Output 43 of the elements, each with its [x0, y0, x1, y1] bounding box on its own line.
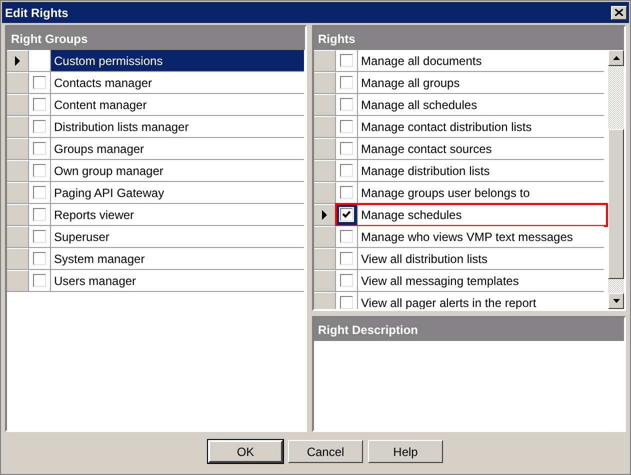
dialog-button[interactable]: Cancel [288, 440, 363, 463]
row-label[interactable]: Custom permissions [51, 50, 304, 71]
row-header[interactable] [314, 204, 336, 225]
checkbox[interactable] [340, 120, 353, 133]
checkbox[interactable] [33, 274, 46, 287]
dialog-button[interactable]: OK [208, 440, 283, 463]
scroll-up-button[interactable] [608, 50, 624, 66]
checkbox[interactable] [340, 98, 353, 111]
checkbox[interactable] [340, 142, 353, 155]
scroll-thumb[interactable] [608, 129, 624, 279]
scrollbar[interactable] [608, 50, 624, 309]
up-arrow-icon [612, 56, 620, 60]
close-button[interactable] [611, 6, 627, 20]
checkbox[interactable] [340, 230, 353, 243]
checkmark-icon [342, 210, 351, 219]
close-icon [615, 9, 623, 16]
checkbox[interactable] [33, 120, 46, 133]
checkbox[interactable] [33, 208, 46, 221]
checkbox[interactable] [33, 186, 46, 199]
down-arrow-icon [612, 299, 620, 303]
panel-header: Right Groups [7, 27, 305, 50]
dialog-button[interactable]: Help [368, 440, 443, 463]
checkbox[interactable] [33, 230, 46, 243]
checkbox[interactable] [33, 252, 46, 265]
row-pointer-icon [322, 210, 327, 220]
checkbox[interactable] [340, 296, 353, 309]
checkbox[interactable] [33, 142, 46, 155]
checkbox[interactable] [33, 98, 46, 111]
row-header[interactable] [7, 50, 29, 71]
checkbox[interactable] [340, 54, 353, 67]
checkbox[interactable] [340, 76, 353, 89]
checkbox[interactable] [340, 252, 353, 265]
checkbox[interactable] [340, 274, 353, 287]
scroll-down-button[interactable] [608, 293, 624, 309]
checkbox[interactable] [33, 76, 46, 89]
window-title: Edit Rights [5, 4, 68, 22]
checkbox[interactable] [340, 186, 353, 199]
checkbox[interactable] [340, 164, 353, 177]
row-pointer-icon [15, 56, 20, 66]
panel-header: Right Description [314, 318, 624, 341]
panel-header: Rights [314, 27, 624, 50]
checkbox[interactable] [33, 164, 46, 177]
checkbox[interactable] [340, 208, 353, 221]
